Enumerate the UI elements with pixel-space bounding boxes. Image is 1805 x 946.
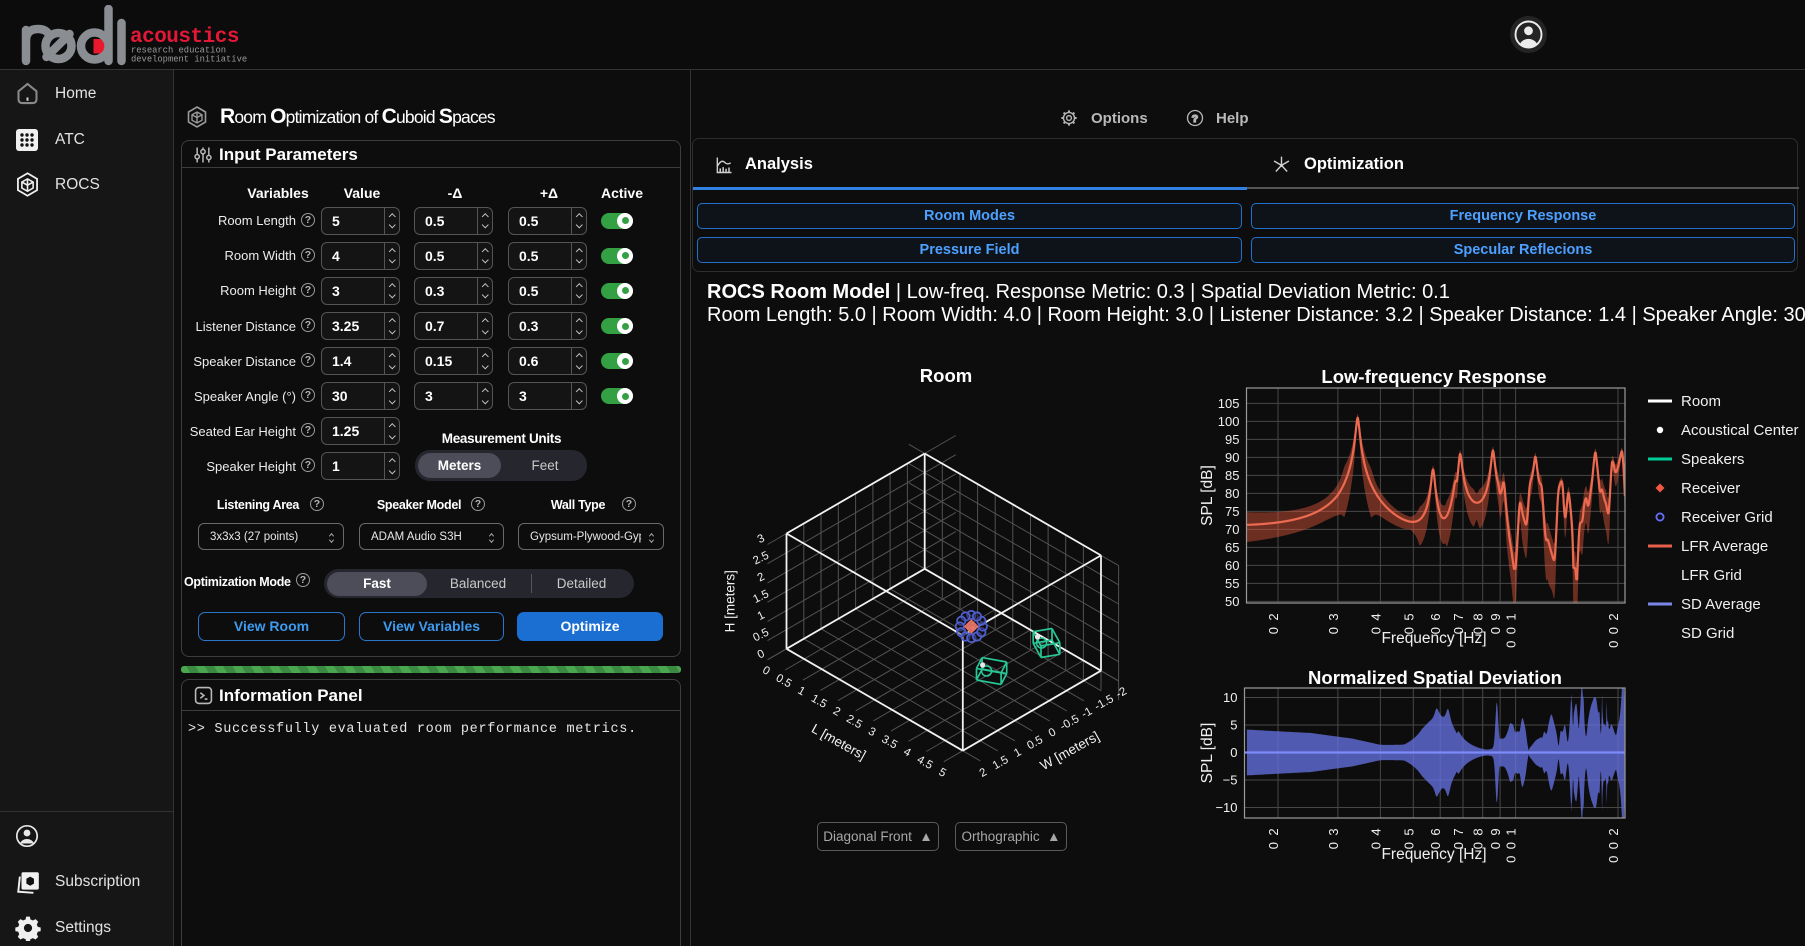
svg-text:95: 95	[1225, 432, 1239, 447]
svg-text:5: 5	[1230, 718, 1237, 733]
svg-text:1.5: 1.5	[991, 754, 1011, 772]
svg-text:0: 0	[760, 664, 771, 678]
svg-text:0: 0	[1266, 627, 1281, 634]
svg-text:2: 2	[831, 705, 842, 719]
svg-text:100: 100	[1218, 414, 1240, 429]
svg-text:65: 65	[1225, 540, 1239, 555]
svg-text:1.5: 1.5	[809, 693, 829, 711]
svg-text:−10: −10	[1215, 800, 1237, 815]
svg-text:3: 3	[1326, 828, 1341, 835]
svg-text:2.5: 2.5	[844, 713, 864, 731]
svg-text:5: 5	[1401, 613, 1416, 620]
svg-text:Speakers: Speakers	[1681, 451, 1744, 468]
svg-text:9: 9	[1488, 613, 1503, 620]
svg-text:1: 1	[1504, 828, 1519, 835]
svg-text:0: 0	[1047, 726, 1058, 740]
svg-text:1: 1	[756, 609, 767, 623]
svg-text:10: 10	[1223, 690, 1237, 705]
svg-text:0: 0	[1504, 627, 1519, 634]
svg-text:SD Grid: SD Grid	[1681, 625, 1734, 642]
svg-text:0: 0	[1230, 745, 1237, 760]
svg-text:Low-frequency Response: Low-frequency Response	[1321, 366, 1546, 387]
svg-text:0: 0	[1488, 627, 1503, 634]
svg-text:1: 1	[796, 685, 807, 699]
svg-text:2: 2	[756, 571, 767, 585]
svg-text:0: 0	[1606, 842, 1621, 849]
svg-text:60: 60	[1225, 558, 1239, 573]
svg-text:Frequency [Hz]: Frequency [Hz]	[1381, 630, 1486, 647]
svg-text:SD Average: SD Average	[1681, 596, 1761, 613]
svg-text:0.5: 0.5	[751, 627, 771, 645]
svg-text:90: 90	[1225, 450, 1239, 465]
svg-text:SPL [dB]: SPL [dB]	[1199, 465, 1216, 526]
svg-text:6: 6	[1428, 613, 1443, 620]
svg-text:2: 2	[1266, 613, 1281, 620]
svg-text:SPL [dB]: SPL [dB]	[1199, 723, 1216, 784]
svg-text:5: 5	[937, 766, 948, 780]
svg-text:4.5: 4.5	[915, 754, 935, 772]
svg-text:7: 7	[1451, 828, 1466, 835]
svg-text:1: 1	[1012, 746, 1023, 760]
svg-text:2.5: 2.5	[751, 550, 771, 568]
svg-text:4: 4	[1368, 613, 1383, 620]
svg-text:LFR Average: LFR Average	[1681, 538, 1768, 555]
svg-text:6: 6	[1428, 828, 1443, 835]
svg-text:4: 4	[1368, 828, 1383, 835]
svg-text:−5: −5	[1223, 773, 1238, 788]
svg-text:0: 0	[1326, 627, 1341, 634]
svg-text:3: 3	[866, 725, 877, 739]
svg-text:9: 9	[1488, 828, 1503, 835]
svg-text:0: 0	[1488, 842, 1503, 849]
svg-text:3.5: 3.5	[879, 733, 899, 751]
svg-text:0: 0	[1504, 856, 1519, 863]
svg-text:2: 2	[1266, 828, 1281, 835]
svg-text:0: 0	[1504, 842, 1519, 849]
svg-text:80: 80	[1225, 486, 1239, 501]
svg-text:55: 55	[1225, 576, 1239, 591]
svg-text:?: ?	[1192, 113, 1198, 125]
svg-text:0: 0	[1606, 641, 1621, 648]
svg-text:Frequency [Hz]: Frequency [Hz]	[1381, 846, 1486, 863]
svg-text:7: 7	[1451, 613, 1466, 620]
svg-text:0: 0	[1266, 842, 1281, 849]
svg-text:Room: Room	[1681, 393, 1721, 410]
svg-text:2: 2	[1606, 828, 1621, 835]
svg-text:Receiver Grid: Receiver Grid	[1681, 509, 1773, 526]
svg-text:50: 50	[1225, 594, 1239, 609]
svg-text:H [meters]: H [meters]	[723, 570, 738, 632]
svg-text:Receiver: Receiver	[1681, 480, 1740, 497]
svg-text:5: 5	[1401, 828, 1416, 835]
svg-text:-0.5: -0.5	[1058, 713, 1081, 733]
svg-text:0.5: 0.5	[1025, 734, 1045, 752]
svg-text:2: 2	[978, 766, 989, 780]
svg-text:0: 0	[756, 648, 767, 662]
svg-text:-1.5: -1.5	[1093, 693, 1116, 713]
svg-text:W [meters]: W [meters]	[1038, 728, 1102, 773]
svg-text:development initiative: development initiative	[131, 55, 247, 65]
svg-text:3: 3	[756, 533, 767, 547]
svg-text:4: 4	[901, 746, 913, 760]
svg-text:8: 8	[1471, 828, 1486, 835]
svg-text:1: 1	[1504, 613, 1519, 620]
svg-text:85: 85	[1225, 468, 1239, 483]
svg-text:75: 75	[1225, 504, 1239, 519]
svg-text:105: 105	[1218, 396, 1240, 411]
svg-text:70: 70	[1225, 522, 1239, 537]
svg-text:0: 0	[1504, 641, 1519, 648]
svg-text:0: 0	[1606, 856, 1621, 863]
svg-text:Acoustical Center: Acoustical Center	[1681, 422, 1799, 439]
svg-text:2: 2	[1606, 613, 1621, 620]
svg-text:LFR Grid: LFR Grid	[1681, 567, 1742, 584]
svg-text:1.5: 1.5	[751, 588, 771, 606]
svg-text:0: 0	[1326, 842, 1341, 849]
svg-text:8: 8	[1471, 613, 1486, 620]
svg-text:0: 0	[1606, 627, 1621, 634]
svg-text:-2: -2	[1114, 685, 1129, 700]
svg-text:0.5: 0.5	[774, 672, 794, 690]
svg-text:3: 3	[1326, 613, 1341, 620]
svg-text:Normalized Spatial Deviation: Normalized Spatial Deviation	[1308, 667, 1562, 688]
svg-text:Room: Room	[920, 365, 972, 386]
svg-text:-1: -1	[1080, 705, 1095, 720]
